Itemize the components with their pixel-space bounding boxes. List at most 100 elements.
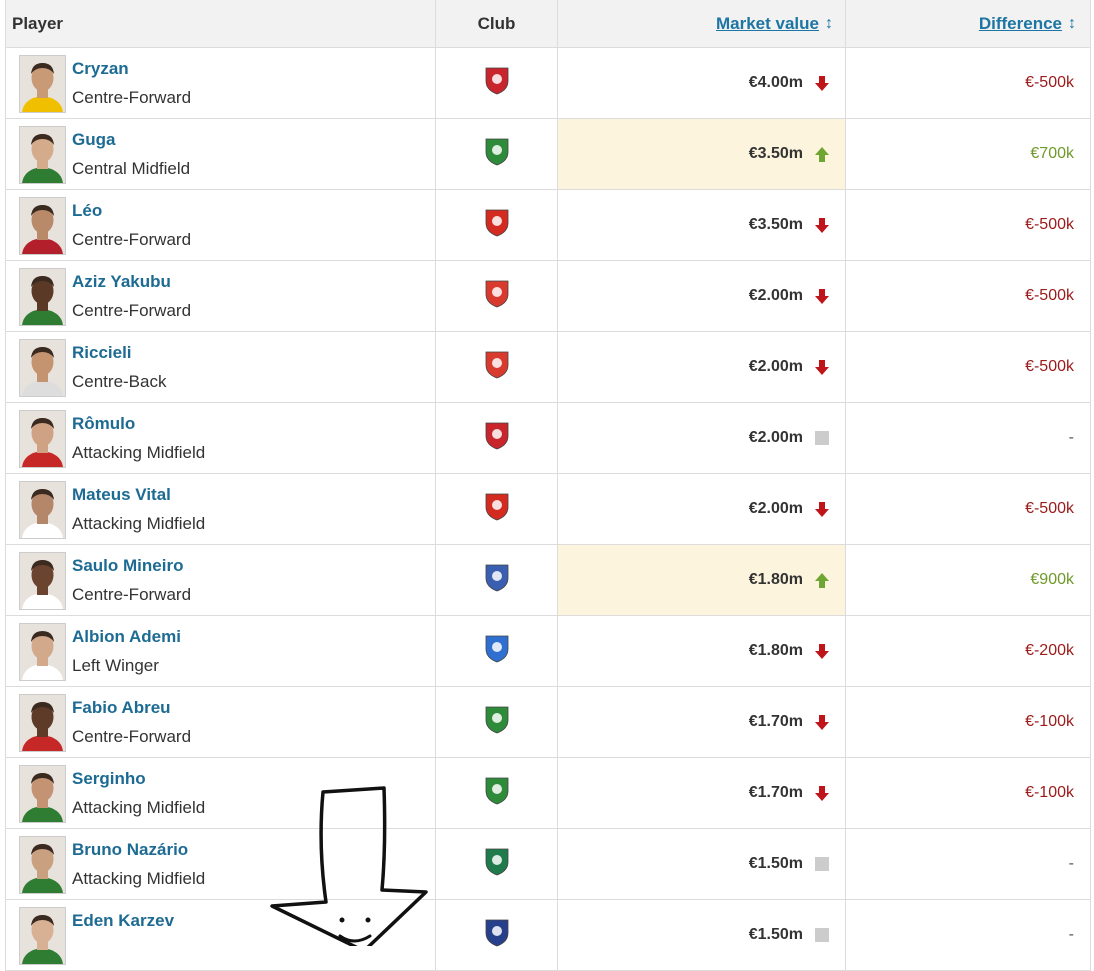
player-position: Central Midfield (72, 159, 191, 178)
player-cell: Serginho Attacking Midfield (6, 758, 436, 828)
arrow-down-icon (813, 642, 831, 660)
club-cell (436, 48, 558, 118)
value-difference: €-500k (1025, 287, 1074, 304)
club-cell (436, 119, 558, 189)
club-crest-icon[interactable] (483, 421, 511, 456)
market-value-table: Player Club Market value ↕ Difference ↕ … (5, 0, 1091, 971)
club-crest-icon[interactable] (483, 66, 511, 101)
club-crest-icon[interactable] (483, 563, 511, 598)
player-position: Centre-Forward (72, 727, 192, 746)
club-crest-icon[interactable] (483, 350, 511, 385)
club-crest-icon[interactable] (483, 492, 511, 527)
player-photo[interactable] (19, 339, 66, 397)
player-name-link[interactable]: Aziz Yakubu (72, 272, 171, 292)
market-value: €3.50m (748, 216, 803, 233)
player-photo[interactable] (19, 197, 66, 255)
sort-market-value-link[interactable]: Market value (716, 14, 819, 34)
unchanged-square-icon (813, 855, 831, 873)
club-cell (436, 687, 558, 757)
arrow-up-icon (813, 571, 831, 589)
player-photo[interactable] (19, 481, 66, 539)
player-position: Centre-Forward (72, 230, 192, 249)
player-cell: Léo Centre-Forward (6, 190, 436, 260)
player-position: Centre-Back (72, 372, 167, 391)
club-crest-icon[interactable] (483, 137, 511, 172)
arrow-up-icon (813, 145, 831, 163)
player-photo[interactable] (19, 552, 66, 610)
market-value-cell: €1.70m (558, 758, 846, 828)
table-body: Cryzan Centre-Forward €4.00m €-500k Guga Cent… (6, 48, 1090, 971)
difference-cell: €-100k (846, 758, 1088, 828)
club-crest-icon[interactable] (483, 705, 511, 740)
sort-difference-link[interactable]: Difference (979, 14, 1062, 34)
player-name-link[interactable]: Albion Ademi (72, 627, 181, 647)
player-name-link[interactable]: Cryzan (72, 59, 129, 79)
table-row: Rômulo Attacking Midfield €2.00m - (6, 403, 1090, 474)
club-crest-icon[interactable] (483, 918, 511, 953)
player-photo[interactable] (19, 623, 66, 681)
market-value-cell: €2.00m (558, 332, 846, 402)
table-row: Serginho Attacking Midfield €1.70m €-100k (6, 758, 1090, 829)
player-name-link[interactable]: Riccieli (72, 343, 132, 363)
market-value-cell: €2.00m (558, 474, 846, 544)
player-name-link[interactable]: Eden Karzev (72, 911, 174, 931)
club-cell (436, 545, 558, 615)
player-name-link[interactable]: Guga (72, 130, 115, 150)
club-cell (436, 829, 558, 899)
player-name-link[interactable]: Saulo Mineiro (72, 556, 183, 576)
header-market-value[interactable]: Market value ↕ (558, 0, 846, 47)
player-photo[interactable] (19, 126, 66, 184)
value-difference: €-500k (1025, 500, 1074, 517)
player-cell: Albion Ademi Left Winger (6, 616, 436, 686)
player-photo[interactable] (19, 765, 66, 823)
value-difference: €-500k (1025, 216, 1074, 233)
club-crest-icon[interactable] (483, 208, 511, 243)
player-name-link[interactable]: Mateus Vital (72, 485, 171, 505)
value-difference: - (1068, 926, 1074, 943)
club-crest-icon[interactable] (483, 847, 511, 882)
arrow-down-icon (813, 784, 831, 802)
market-value-cell: €1.80m (558, 616, 846, 686)
club-crest-icon[interactable] (483, 279, 511, 314)
player-cell: Mateus Vital Attacking Midfield (6, 474, 436, 544)
arrow-down-icon (813, 216, 831, 234)
player-cell: Bruno Nazário Attacking Midfield (6, 829, 436, 899)
sort-icon[interactable]: ↕ (1068, 15, 1076, 33)
value-difference: €-200k (1025, 642, 1074, 659)
value-difference: €700k (1030, 145, 1074, 162)
table-row: Guga Central Midfield €3.50m €700k (6, 119, 1090, 190)
player-position: Attacking Midfield (72, 798, 206, 817)
club-crest-icon[interactable] (483, 776, 511, 811)
player-position: Centre-Forward (72, 585, 192, 604)
sort-icon[interactable]: ↕ (825, 15, 833, 33)
player-cell: Fabio Abreu Centre-Forward (6, 687, 436, 757)
header-club: Club (436, 0, 558, 47)
market-value: €2.00m (748, 500, 803, 517)
player-position: Attacking Midfield (72, 443, 206, 462)
table-row: Riccieli Centre-Back €2.00m €-500k (6, 332, 1090, 403)
player-name-link[interactable]: Serginho (72, 769, 146, 789)
player-photo[interactable] (19, 55, 66, 113)
player-photo[interactable] (19, 694, 66, 752)
club-cell (436, 900, 558, 970)
table-row: Aziz Yakubu Centre-Forward €2.00m €-500k (6, 261, 1090, 332)
player-photo[interactable] (19, 268, 66, 326)
player-name-link[interactable]: Fabio Abreu (72, 698, 171, 718)
header-difference[interactable]: Difference ↕ (846, 0, 1088, 47)
table-row: Fabio Abreu Centre-Forward €1.70m €-100k (6, 687, 1090, 758)
difference-cell: €-500k (846, 474, 1088, 544)
difference-cell: €-200k (846, 616, 1088, 686)
player-cell: Riccieli Centre-Back (6, 332, 436, 402)
player-name-link[interactable]: Rômulo (72, 414, 135, 434)
player-photo[interactable] (19, 907, 66, 965)
arrow-down-icon (813, 713, 831, 731)
market-value: €2.00m (748, 429, 803, 446)
player-photo[interactable] (19, 410, 66, 468)
player-name-link[interactable]: Léo (72, 201, 102, 221)
player-photo[interactable] (19, 836, 66, 894)
player-name-link[interactable]: Bruno Nazário (72, 840, 188, 860)
club-crest-icon[interactable] (483, 634, 511, 669)
market-value: €1.80m (748, 571, 803, 588)
market-value: €1.70m (748, 713, 803, 730)
unchanged-square-icon (813, 926, 831, 944)
